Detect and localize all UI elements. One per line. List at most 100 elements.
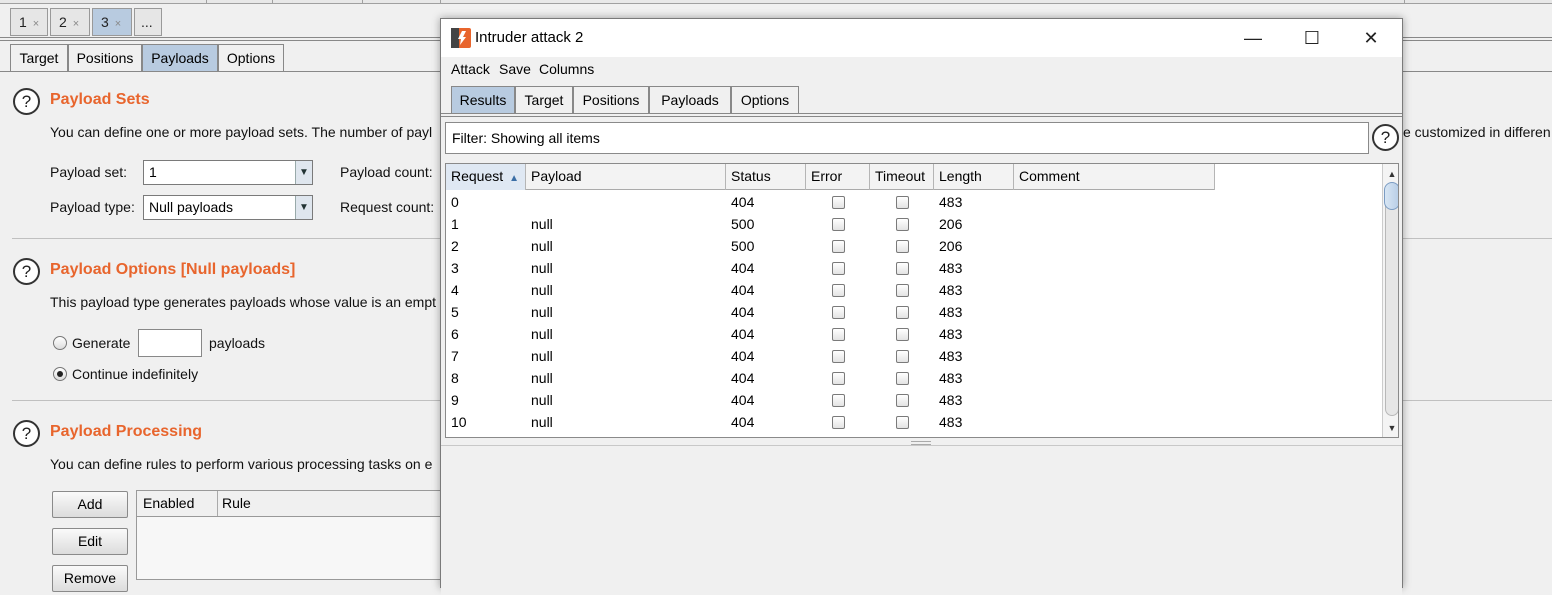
vertical-scrollbar[interactable]: ▲ ▼ [1382,164,1398,437]
length-cell: 483 [939,348,963,364]
generate-count-input[interactable] [138,329,202,357]
column-comment[interactable]: Comment [1014,164,1215,190]
status-cell: 404 [731,282,755,298]
status-cell: 404 [731,414,755,430]
comment-cell [1014,191,1019,213]
comment-cell [1014,345,1019,367]
tab-target[interactable]: Target [515,86,573,114]
minimize-icon[interactable]: — [1239,25,1267,51]
length-cell: 483 [939,194,963,210]
request-cell: 7 [451,348,459,364]
close-icon[interactable]: × [33,18,39,30]
column-status[interactable]: Status [726,164,806,190]
request-cell: 1 [451,216,459,232]
edit-button[interactable]: Edit [52,528,128,555]
status-cell: 404 [731,370,755,386]
column-error[interactable]: Error [806,164,870,190]
maximize-icon[interactable]: ☐ [1298,25,1326,51]
column-timeout[interactable]: Timeout [870,164,934,190]
generate-label: Generate [72,335,131,351]
remove-button[interactable]: Remove [52,565,128,592]
length-cell: 483 [939,304,963,320]
window-title: Intruder attack 2 [475,29,584,46]
tab-payloads[interactable]: Payloads [649,86,731,114]
tab-options[interactable]: Options [731,86,799,114]
attack-tab-3[interactable]: 3 × [92,8,132,36]
tab-label: 3 [101,14,109,30]
tab-payloads[interactable]: Payloads [142,44,218,72]
generate-radio[interactable] [53,336,67,350]
help-icon[interactable]: ? [13,420,40,447]
column-rule[interactable]: Rule [222,495,251,511]
error-checkbox [832,416,845,429]
attack-tab-2[interactable]: 2 × [50,8,90,36]
payload-set-select[interactable]: 1 ▼ [143,160,313,185]
attack-tab-1[interactable]: 1 × [10,8,48,36]
table-row[interactable]: 8 null 404 483 [446,367,1215,389]
request-cell: 3 [451,260,459,276]
column-request[interactable]: Request ▲ [446,164,526,190]
column-length[interactable]: Length [934,164,1014,190]
processing-rules-table[interactable]: Enabled Rule [136,490,446,580]
scroll-up-icon[interactable]: ▲ [1385,167,1398,181]
results-table[interactable]: Request ▲ Payload Status Error Timeout Le… [445,163,1399,438]
tab-positions[interactable]: Positions [68,44,142,72]
tab-results[interactable]: Results [451,86,515,114]
divider [441,116,1402,117]
table-row[interactable]: 3 null 404 483 [446,257,1215,279]
table-row[interactable]: 5 null 404 483 [446,301,1215,323]
attack-tab-new[interactable]: ... [134,8,162,36]
menu-save[interactable]: Save [499,61,531,77]
request-response-pane [441,445,1402,595]
payload-type-select[interactable]: Null payloads ▼ [143,195,313,220]
help-icon[interactable]: ? [13,258,40,285]
tab-positions[interactable]: Positions [573,86,649,114]
column-payload[interactable]: Payload [526,164,726,190]
table-row[interactable]: 10 null 404 483 [446,411,1215,433]
help-icon[interactable]: ? [1372,124,1399,151]
scroll-thumb[interactable] [1384,182,1398,210]
column-enabled[interactable]: Enabled [143,495,194,511]
table-row[interactable]: 9 null 404 483 [446,389,1215,411]
length-cell: 483 [939,370,963,386]
payload-sets-description: You can define one or more payload sets.… [50,124,433,140]
filter-bar[interactable]: Filter: Showing all items [445,122,1369,154]
table-row[interactable]: 2 null 500 206 [446,235,1215,257]
comment-cell [1014,411,1019,433]
status-cell: 500 [731,238,755,254]
table-row[interactable]: 4 null 404 483 [446,279,1215,301]
timeout-checkbox [896,240,909,253]
close-icon[interactable]: × [73,18,79,30]
payloads-label: payloads [209,335,266,351]
table-header: Enabled Rule [137,491,445,517]
length-cell: 206 [939,216,963,232]
table-row[interactable]: 6 null 404 483 [446,323,1215,345]
close-icon[interactable]: ✕ [1357,25,1385,51]
scroll-track[interactable] [1385,184,1398,416]
table-row[interactable]: 0 404 483 [446,191,1215,213]
timeout-checkbox [896,306,909,319]
request-cell: 8 [451,370,459,386]
tab-options[interactable]: Options [218,44,284,72]
menu-columns[interactable]: Columns [539,61,594,77]
tab-label: 1 [19,14,27,30]
add-button[interactable]: Add [52,491,128,518]
help-icon[interactable]: ? [13,88,40,115]
table-row[interactable]: 7 null 404 483 [446,345,1215,367]
payload-type-value: Null payloads [149,199,234,215]
title-bar[interactable]: Intruder attack 2 — ☐ ✕ [441,19,1402,57]
continue-indefinitely-radio[interactable] [53,367,67,381]
tab-target[interactable]: Target [10,44,68,72]
table-row[interactable]: 1 null 500 206 [446,213,1215,235]
timeout-checkbox [896,328,909,341]
scroll-down-icon[interactable]: ▼ [1385,421,1398,435]
payload-cell: null [531,260,553,276]
payload-cell: null [531,370,553,386]
burp-logo-icon [451,28,471,48]
length-cell: 483 [939,260,963,276]
request-cell: 10 [451,414,467,430]
menu-attack[interactable]: Attack [451,61,490,77]
column-label: Request [451,168,504,184]
close-icon[interactable]: × [115,18,121,30]
request-cell: 4 [451,282,459,298]
